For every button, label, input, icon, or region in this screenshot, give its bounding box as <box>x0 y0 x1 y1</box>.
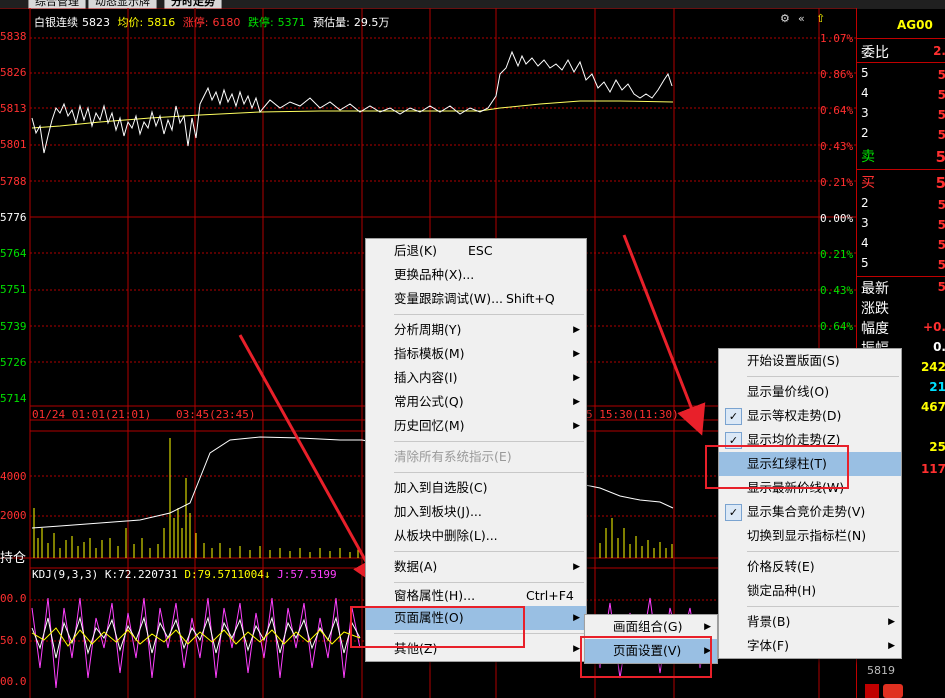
menu-add-favorite[interactable]: 加入到自选股(C) <box>366 476 586 500</box>
menu-price-reverse[interactable]: 价格反转(E) <box>719 555 901 579</box>
menu-clear-indicators: 清除所有系统指示(E) <box>394 449 512 464</box>
menu-start-layout[interactable]: 开始设置版面(S) <box>719 349 901 373</box>
arrow-to-redgreen <box>622 234 706 436</box>
menu-pane-props[interactable]: 窗格属性(H)... Ctrl+F4 <box>366 586 586 606</box>
menu-remove-sector[interactable]: 从板块中删除(L)... <box>366 524 586 548</box>
menu-show-equal-weight[interactable]: ✓ 显示等权走势(D) <box>719 404 901 428</box>
menu-common-formula[interactable]: 常用公式(Q) ▶ <box>366 390 586 414</box>
highlight-page-settings <box>580 636 712 678</box>
menu-indicator-template[interactable]: 指标模板(M) ▶ <box>366 342 586 366</box>
menu-variable-trace[interactable]: 变量跟踪调试(W)... Shift+Q <box>366 287 586 311</box>
menu-change-symbol[interactable]: 更换品种(X)... <box>366 263 586 287</box>
page-settings-submenu: 开始设置版面(S) 显示量价线(O) ✓ 显示等权走势(D) ✓ 显示均价走势(Z)… <box>718 348 902 659</box>
check-icon: ✓ <box>725 504 742 521</box>
menu-history[interactable]: 历史回忆(M) ▶ <box>366 414 586 438</box>
menu-add-sector[interactable]: 加入到板块(J)... <box>366 500 586 524</box>
menu-analysis-period[interactable]: 分析周期(Y) ▶ <box>366 318 586 342</box>
context-menu: 后退(K) ESC 更换品种(X)... 变量跟踪调试(W)... Shift+Q … <box>365 238 587 662</box>
highlight-page-props <box>350 606 525 648</box>
check-icon: ✓ <box>725 408 742 425</box>
highlight-red-green <box>705 445 849 489</box>
menu-lock-symbol[interactable]: 锁定品种(H) <box>719 579 901 603</box>
menu-insert-content[interactable]: 插入内容(I) ▶ <box>366 366 586 390</box>
menu-back[interactable]: 后退(K) ESC <box>366 239 586 263</box>
menu-switch-indicator-bar[interactable]: 切换到显示指标栏(N) <box>719 524 901 548</box>
menu-data[interactable]: 数据(A) ▶ <box>366 555 586 579</box>
menu-font[interactable]: 字体(F) ▶ <box>719 634 901 658</box>
menu-show-auction[interactable]: ✓ 显示集合竞价走势(V) <box>719 500 901 524</box>
menu-background[interactable]: 背景(B) ▶ <box>719 610 901 634</box>
arrow-to-page-props <box>238 334 381 589</box>
menu-show-volume-price[interactable]: 显示量价线(O) <box>719 380 901 404</box>
